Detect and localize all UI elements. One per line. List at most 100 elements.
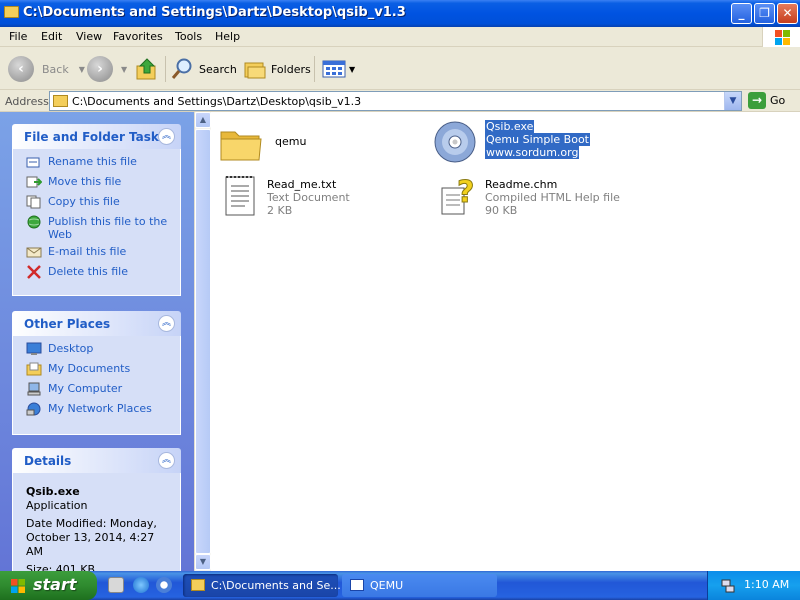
chevron-down-icon: ▼ xyxy=(78,64,85,74)
go-label: Go xyxy=(770,94,786,107)
file-item-qsib-exe[interactable]: Qsib.exe Qemu Simple Boot www.sordum.org xyxy=(433,120,633,166)
minimize-button[interactable]: _ xyxy=(731,3,752,24)
windows-logo-icon xyxy=(762,27,800,47)
panel-title: Other Places xyxy=(24,317,111,331)
taskbar: start C:\Documents and Se... QEMU 1:10 A… xyxy=(0,571,800,600)
collapse-chevron-icon[interactable]: ︽ xyxy=(158,315,175,332)
panel-title: File and Folder Tasks xyxy=(24,130,167,144)
show-desktop-icon[interactable] xyxy=(108,577,124,593)
title-bar[interactable]: C:\Documents and Settings\Dartz\Desktop\… xyxy=(0,0,800,27)
address-dropdown-button[interactable]: ▼ xyxy=(724,92,741,110)
address-label: Address xyxy=(5,95,49,108)
my-documents-icon xyxy=(26,362,42,376)
menu-file[interactable]: File xyxy=(9,30,27,43)
folders-icon xyxy=(244,62,266,79)
file-type: Compiled HTML Help file xyxy=(485,191,620,204)
up-folder-icon xyxy=(136,58,156,80)
collapse-chevron-icon[interactable]: ︽ xyxy=(158,128,175,145)
file-item-readme-chm[interactable]: ? Readme.chm Compiled HTML Help file 90 … xyxy=(439,174,659,222)
close-button[interactable]: ✕ xyxy=(777,3,798,24)
panel-title: Details xyxy=(24,454,72,468)
scroll-up-button[interactable]: ▲ xyxy=(195,112,211,128)
file-description: Qemu Simple Boot xyxy=(485,133,590,146)
taskbar-task-explorer[interactable]: C:\Documents and Se... xyxy=(183,574,341,597)
details-file-name: Qsib.exe xyxy=(26,485,80,498)
my-documents-label: My Documents xyxy=(48,362,131,375)
file-folder-tasks-body: Rename this file Move this file Copy thi… xyxy=(12,149,181,296)
start-button[interactable]: start xyxy=(0,571,97,600)
forward-arrow-icon: › xyxy=(87,56,113,82)
back-button[interactable]: ‹ Back ▼ xyxy=(8,55,85,83)
back-label: Back xyxy=(42,62,69,76)
scroll-down-button[interactable]: ▼ xyxy=(195,554,211,570)
desktop-icon xyxy=(26,342,42,355)
taskbar-task-qemu[interactable]: QEMU xyxy=(342,574,497,597)
publish-web-link[interactable]: Publish this file to the Web xyxy=(13,215,180,245)
collapse-chevron-icon[interactable]: ︽ xyxy=(158,452,175,469)
file-url: www.sordum.org xyxy=(485,146,580,159)
up-folder-button[interactable] xyxy=(135,55,159,83)
my-documents-link[interactable]: My Documents xyxy=(13,362,180,382)
views-button[interactable]: ▼ xyxy=(322,55,355,83)
other-places-header[interactable]: Other Places ︽ xyxy=(12,311,181,336)
email-file-label: E-mail this file xyxy=(48,245,127,258)
window-icon xyxy=(350,579,364,591)
task-pane: File and Folder Tasks ︽ Rename this file… xyxy=(0,112,194,571)
menu-edit[interactable]: Edit xyxy=(41,30,62,43)
network-places-icon xyxy=(26,402,41,416)
menu-favorites[interactable]: Favorites xyxy=(113,30,163,43)
file-folder-tasks-panel: File and Folder Tasks ︽ Rename this file… xyxy=(12,124,181,296)
move-file-link[interactable]: Move this file xyxy=(13,175,180,195)
back-arrow-icon: ‹ xyxy=(8,56,34,82)
address-value: C:\Documents and Settings\Dartz\Desktop\… xyxy=(72,95,362,108)
toolbar-separator xyxy=(314,56,315,82)
file-type: Text Document xyxy=(267,191,350,204)
copy-file-link[interactable]: Copy this file xyxy=(13,195,180,215)
my-computer-link[interactable]: My Computer xyxy=(13,382,180,402)
rename-file-link[interactable]: Rename this file xyxy=(13,155,180,175)
maximize-button[interactable]: ❐ xyxy=(754,3,775,24)
vertical-scrollbar[interactable]: ▲ ▼ xyxy=(194,112,211,571)
media-player-icon[interactable] xyxy=(156,577,172,593)
address-input[interactable]: C:\Documents and Settings\Dartz\Desktop\… xyxy=(49,91,742,111)
delete-file-link[interactable]: Delete this file xyxy=(13,265,180,285)
folder-icon xyxy=(191,579,205,591)
file-size: 90 KB xyxy=(485,204,518,217)
email-file-link[interactable]: E-mail this file xyxy=(13,245,180,265)
file-item-qemu[interactable]: qemu xyxy=(219,122,399,168)
desktop-link[interactable]: Desktop xyxy=(13,342,180,362)
menu-help[interactable]: Help xyxy=(215,30,240,43)
cd-disc-icon xyxy=(434,121,476,163)
my-network-places-link[interactable]: My Network Places xyxy=(13,402,180,422)
internet-explorer-icon[interactable] xyxy=(133,577,149,593)
folders-button[interactable]: Folders xyxy=(243,55,311,83)
start-label: start xyxy=(33,575,77,594)
forward-button[interactable]: › ▼ xyxy=(87,55,127,83)
details-body: Qsib.exe Application Date Modified: Mond… xyxy=(12,473,181,571)
toolbar-separator xyxy=(165,56,166,82)
task-label: C:\Documents and Se... xyxy=(211,579,341,592)
my-network-places-label: My Network Places xyxy=(48,402,152,415)
details-size: Size: 401 KB xyxy=(26,563,96,571)
desktop-label: Desktop xyxy=(48,342,94,355)
menu-tools[interactable]: Tools xyxy=(175,30,202,43)
file-item-read-me-txt[interactable]: Read_me.txt Text Document 2 KB xyxy=(221,174,421,222)
clock[interactable]: 1:10 AM xyxy=(744,578,789,591)
file-folder-tasks-header[interactable]: File and Folder Tasks ︽ xyxy=(12,124,181,149)
folder-icon xyxy=(53,95,68,107)
go-button[interactable]: → Go xyxy=(748,92,785,109)
windows-flag-icon xyxy=(11,579,25,593)
menu-view[interactable]: View xyxy=(76,30,102,43)
go-arrow-icon: → xyxy=(748,92,766,109)
file-size: 2 KB xyxy=(267,204,293,217)
search-button[interactable]: Search xyxy=(171,55,237,83)
svg-text:?: ? xyxy=(457,175,474,210)
file-text-selected: Qsib.exe Qemu Simple Boot www.sordum.org xyxy=(485,120,590,159)
details-header[interactable]: Details ︽ xyxy=(12,448,181,473)
toolbar: ‹ Back ▼ › ▼ Search Folders ▼ xyxy=(0,48,800,90)
window-title: C:\Documents and Settings\Dartz\Desktop\… xyxy=(23,5,406,20)
file-name: Qsib.exe xyxy=(485,120,535,133)
copy-icon xyxy=(26,195,41,209)
scroll-thumb[interactable] xyxy=(195,129,211,554)
network-icon[interactable] xyxy=(720,578,736,594)
